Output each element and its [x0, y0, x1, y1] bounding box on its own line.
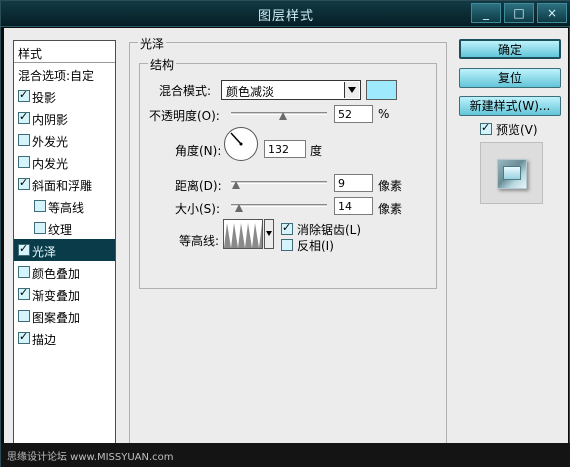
effect-item[interactable]: 内阴影 [14, 107, 115, 129]
effect-item[interactable]: 光泽 [14, 239, 115, 261]
title-bar[interactable]: 图层样式 _ □ × [1, 1, 570, 27]
effect-label: 纹理 [48, 223, 73, 237]
blend-mode-select[interactable]: 颜色减淡 [221, 80, 361, 100]
effect-item[interactable]: 内发光 [14, 151, 115, 173]
effect-checkbox[interactable] [18, 110, 30, 124]
satin-color-swatch[interactable] [366, 80, 397, 100]
size-slider-track[interactable] [231, 204, 327, 207]
angle-dial[interactable] [224, 127, 258, 161]
blend-mode-value: 颜色减淡 [226, 85, 275, 99]
effect-label: 内阴影 [32, 113, 69, 127]
structure-group-title: 结构 [148, 56, 177, 73]
angle-unit: 度 [310, 144, 323, 158]
effect-item[interactable]: 渐变叠加 [14, 283, 115, 305]
angle-input[interactable]: 132 [264, 140, 306, 158]
size-label: 大小(S): [175, 202, 221, 216]
invert-checkbox[interactable] [281, 239, 293, 251]
watermark-text: 思缘设计论坛 www.MISSYUAN.com [7, 452, 174, 463]
effect-label: 内发光 [32, 157, 69, 171]
effect-checkbox[interactable] [18, 134, 30, 146]
effect-checkbox[interactable] [18, 176, 30, 190]
blending-options-item[interactable]: 混合选项:自定 [14, 63, 115, 85]
effect-checkbox[interactable] [34, 222, 46, 234]
style-preview [480, 142, 543, 204]
invert-label: 反相(I) [297, 239, 334, 253]
effect-label: 图案叠加 [32, 311, 81, 325]
effect-checkbox[interactable] [18, 242, 30, 256]
new-style-button[interactable]: 新建样式(W)... [459, 96, 561, 116]
effect-checkbox[interactable] [18, 310, 30, 322]
effect-label: 斜面和浮雕 [32, 179, 93, 193]
effect-item[interactable]: 图案叠加 [14, 305, 115, 327]
opacity-slider-thumb[interactable] [279, 112, 287, 120]
preview-thumbnail [497, 159, 527, 189]
maximize-button[interactable]: □ [504, 3, 534, 23]
effect-checkbox[interactable] [18, 156, 30, 168]
opacity-label: 不透明度(O): [149, 109, 220, 123]
close-button[interactable]: × [537, 3, 567, 23]
angle-dial-needle [230, 132, 243, 146]
angle-label: 角度(N): [175, 144, 222, 158]
effect-label: 等高线 [48, 201, 85, 215]
distance-slider-thumb[interactable] [232, 181, 240, 189]
chevron-down-icon[interactable] [344, 82, 359, 98]
distance-label: 距离(D): [175, 179, 222, 193]
styles-list-header[interactable]: 样式 [14, 41, 115, 63]
distance-slider-track[interactable] [231, 181, 327, 184]
satin-section-title: 光泽 [138, 35, 167, 52]
blend-mode-label: 混合模式: [159, 84, 212, 98]
chevron-down-icon [266, 231, 272, 236]
effect-label: 投影 [32, 91, 57, 105]
effect-item[interactable]: 投影 [14, 85, 115, 107]
ok-button[interactable]: 确定 [459, 39, 561, 59]
distance-input[interactable]: 9 [334, 174, 373, 192]
effect-checkbox[interactable] [18, 266, 30, 278]
preview-label: 预览(V) [496, 123, 538, 137]
opacity-input[interactable]: 52 [334, 105, 373, 123]
distance-unit: 像素 [378, 179, 403, 193]
effect-item[interactable]: 等高线 [14, 195, 115, 217]
effect-checkbox[interactable] [18, 330, 30, 344]
effect-item[interactable]: 描边 [14, 327, 115, 349]
effect-checkbox[interactable] [34, 200, 46, 212]
effect-label: 颜色叠加 [32, 267, 81, 281]
contour-curve-icon [224, 223, 262, 248]
preview-checkbox[interactable] [480, 121, 492, 135]
effect-item[interactable]: 外发光 [14, 129, 115, 151]
effect-label: 描边 [32, 333, 57, 347]
anti-alias-label: 消除锯齿(L) [297, 223, 362, 237]
reset-button[interactable]: 复位 [459, 68, 561, 88]
styles-header-label: 样式 [18, 47, 43, 61]
effect-item[interactable]: 颜色叠加 [14, 261, 115, 283]
layer-style-dialog: 图层样式 _ □ × 样式 混合选项:自定 投影内阴影外发光内发光斜面和浮雕等高… [0, 0, 570, 467]
structure-group: 结构 混合模式: 颜色减淡 不透明度(O): 52 % 角度(N): 132 度… [139, 56, 437, 289]
anti-alias-checkbox[interactable] [281, 221, 293, 235]
size-unit: 像素 [378, 202, 403, 216]
opacity-unit: % [378, 107, 390, 121]
effect-item[interactable]: 纹理 [14, 217, 115, 239]
effect-label: 渐变叠加 [32, 289, 81, 303]
effect-label: 外发光 [32, 135, 69, 149]
styles-list: 样式 混合选项:自定 投影内阴影外发光内发光斜面和浮雕等高线纹理光泽颜色叠加渐变… [13, 40, 116, 456]
contour-dropdown[interactable] [264, 219, 274, 249]
size-input[interactable]: 14 [334, 197, 373, 215]
blending-options-label: 混合选项:自定 [18, 69, 95, 83]
satin-section: 光泽 结构 混合模式: 颜色减淡 不透明度(O): 52 % 角度(N): 13… [129, 35, 447, 455]
effect-checkbox[interactable] [18, 88, 30, 102]
contour-label: 等高线: [179, 234, 220, 248]
dialog-body: 样式 混合选项:自定 投影内阴影外发光内发光斜面和浮雕等高线纹理光泽颜色叠加渐变… [4, 28, 568, 465]
contour-picker[interactable] [223, 219, 263, 249]
size-slider-thumb[interactable] [235, 204, 243, 212]
effect-checkbox[interactable] [18, 286, 30, 300]
effect-item[interactable]: 斜面和浮雕 [14, 173, 115, 195]
minimize-button[interactable]: _ [471, 3, 501, 23]
effect-label: 光泽 [32, 245, 57, 259]
watermark-bar: 思缘设计论坛 www.MISSYUAN.com [1, 443, 570, 467]
